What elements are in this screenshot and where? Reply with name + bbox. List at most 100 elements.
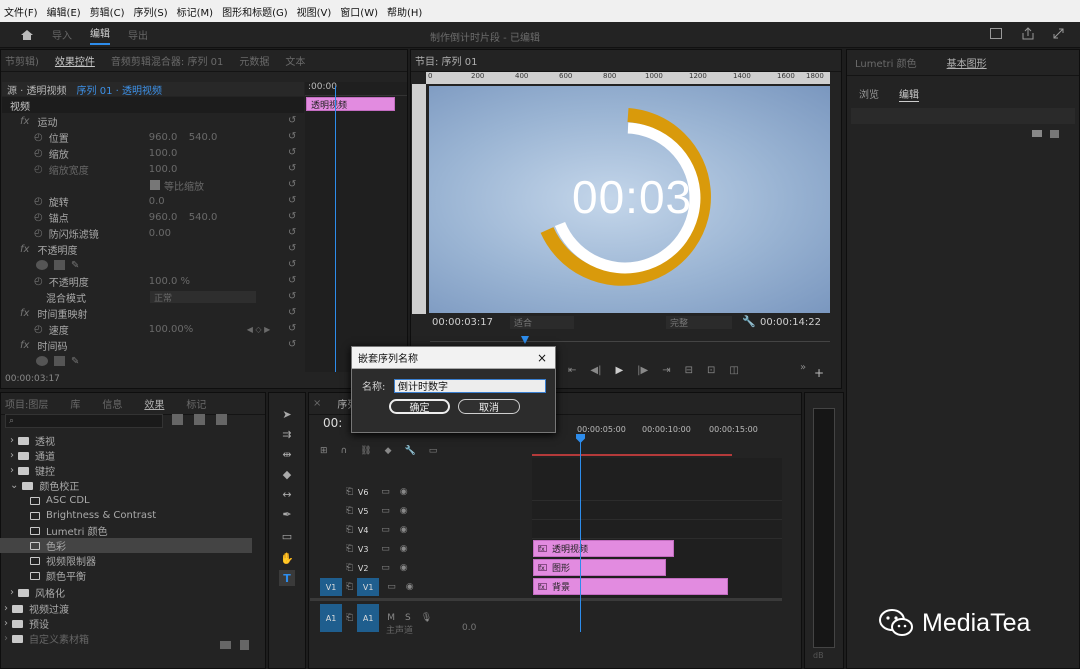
wrench-icon[interactable]: 🔧 — [405, 446, 416, 456]
caption-icon[interactable]: ▭ — [429, 446, 438, 456]
checkbox-icon[interactable] — [150, 180, 160, 190]
reset-icon[interactable]: ↺ — [288, 273, 302, 289]
menu-view[interactable]: 视图(V) — [297, 4, 332, 19]
prop-scale[interactable]: ◴ 缩放 100.0 — [0, 145, 177, 161]
chevron-right-icon[interactable]: › — [4, 603, 8, 614]
nest-icon[interactable]: ⊞ — [320, 446, 328, 456]
keyframe-nav-icon[interactable]: ◀ ◇ ▶ — [247, 325, 271, 334]
menu-window[interactable]: 窗口(W) — [340, 4, 378, 19]
reset-icon[interactable]: ↺ — [288, 145, 302, 161]
tab-metadata[interactable]: 元数据 — [239, 53, 269, 68]
workspace-edit[interactable]: 编辑 — [90, 25, 110, 45]
prop-motion[interactable]: fx 运动 — [0, 113, 57, 129]
pen-mask-icon[interactable]: ✎ — [71, 356, 79, 367]
track-header-v6[interactable]: ⎗ V6 ▭ ◉ — [320, 483, 532, 501]
stopwatch-icon[interactable]: ◴ — [34, 212, 43, 223]
ec-source-label[interactable]: 源 · 透明视频 — [7, 82, 67, 97]
lock-icon[interactable]: ⎗ — [346, 563, 353, 573]
sync-icon[interactable]: ▭ — [381, 506, 390, 516]
track-select-icon[interactable]: ⇉ — [279, 426, 295, 442]
snap-icon[interactable]: ∩ — [341, 446, 348, 456]
reset-icon[interactable]: ↺ — [288, 129, 302, 145]
track-header-v5[interactable]: ⎗ V5 ▭ ◉ — [320, 502, 532, 520]
program-scrub-bar[interactable] — [430, 341, 830, 342]
program-video-frame[interactable]: 00:03 — [429, 86, 830, 313]
menu-help[interactable]: 帮助(H) — [387, 4, 422, 19]
rectangle-icon[interactable]: ▭ — [279, 528, 295, 544]
dialog-name-input[interactable]: 倒计时数字 — [394, 378, 546, 393]
stopwatch-icon[interactable]: ◴ — [34, 228, 43, 239]
tab-effect-controls[interactable]: 效果控件 — [55, 53, 95, 68]
track-header-v4[interactable]: ⎗ V4 ▭ ◉ — [320, 521, 532, 539]
source-patch-a1[interactable]: A1 — [320, 604, 342, 632]
ec-playhead[interactable] — [335, 86, 336, 372]
32bit-icon[interactable] — [194, 414, 205, 425]
track-header-v2[interactable]: ⎗ V2 ▭ ◉ — [320, 559, 532, 577]
prop-speed[interactable]: ◴ 速度 100.00% ◀ ◇ ▶ — [0, 321, 270, 337]
chevron-right-icon[interactable]: › — [10, 435, 14, 446]
program-timecode[interactable]: 00:00:03:17 — [432, 317, 493, 328]
tab-lumetri-color[interactable]: Lumetri 颜色 — [855, 55, 917, 70]
step-back-icon[interactable]: ◀| — [590, 365, 601, 376]
sync-icon[interactable]: ▭ — [381, 563, 390, 573]
prop-anchor[interactable]: ◴ 锚点 960.0 540.0 — [0, 209, 217, 225]
reset-icon[interactable]: ↺ — [288, 321, 302, 337]
prop-position[interactable]: ◴ 位置 960.0 540.0 — [0, 129, 217, 145]
yuv-icon[interactable] — [216, 414, 227, 425]
menu-file[interactable]: 文件(F) — [4, 4, 38, 19]
razor-icon[interactable]: ◆ — [279, 466, 295, 482]
prop-blend-mode[interactable]: 混合模式 正常 — [0, 289, 256, 305]
eye-icon[interactable]: ◉ — [400, 563, 408, 573]
tree-item[interactable]: 视频限制器 — [0, 553, 96, 568]
rect-mask-icon[interactable] — [54, 260, 65, 270]
tree-item[interactable]: › 键控 — [10, 463, 55, 478]
wrench-icon[interactable]: 🔧 — [742, 315, 756, 328]
extract-icon[interactable]: ⊡ — [707, 365, 715, 376]
stopwatch-icon[interactable]: ◴ — [34, 148, 43, 159]
eye-icon[interactable]: ◉ — [406, 582, 414, 592]
chevron-right-icon[interactable]: › — [10, 450, 14, 461]
ellipse-mask-icon[interactable] — [36, 260, 48, 270]
chevron-right-icon[interactable]: › — [10, 587, 14, 598]
track-header-a1[interactable]: A1 ⎗ A1 M S 🎙 — [320, 603, 532, 633]
prop-scale-width[interactable]: ◴ 缩放宽度 100.0 — [0, 161, 177, 177]
type-tool-icon[interactable]: T — [279, 570, 295, 586]
ripple-edit-icon[interactable]: ⇹ — [279, 446, 295, 462]
prop-anti-flicker[interactable]: ◴ 防闪烁滤镜 0.00 — [0, 225, 171, 241]
reset-icon[interactable]: ↺ — [288, 113, 302, 129]
stopwatch-icon[interactable]: ◴ — [34, 196, 43, 207]
fit-select[interactable]: 适合 — [510, 316, 574, 329]
slip-icon[interactable]: ↔ — [279, 486, 295, 502]
reset-icon[interactable]: ↺ — [288, 193, 302, 209]
selection-tool-icon[interactable]: ➤ — [279, 406, 295, 422]
audio-level-value[interactable]: 0.0 — [462, 623, 476, 633]
reset-icon[interactable]: ↺ — [288, 161, 302, 177]
lock-icon[interactable]: ⎗ — [346, 582, 353, 592]
ellipse-mask-icon[interactable] — [36, 356, 48, 366]
tree-item[interactable]: Lumetri 颜色 — [0, 523, 108, 538]
chevron-right-icon[interactable]: › — [4, 633, 8, 644]
tab-library[interactable]: 库 — [70, 396, 80, 411]
timeline-ruler[interactable]: 00:00:05:00 00:00:10:00 00:00:15:00 — [532, 420, 782, 456]
tree-item[interactable]: › 视频过渡 — [4, 601, 69, 616]
prop-opacity-group[interactable]: fx 不透明度 — [0, 241, 77, 257]
tab-markers[interactable]: 标记 — [186, 396, 206, 411]
tab-text[interactable]: 文本 — [285, 53, 305, 68]
panel-layout-icon[interactable] — [990, 28, 1002, 39]
close-icon[interactable]: × — [313, 398, 321, 409]
tree-item[interactable]: › 自定义素材箱 — [4, 631, 89, 646]
tab-project[interactable]: 项目:图层 — [5, 396, 48, 411]
quality-select[interactable]: 完整 — [666, 316, 732, 329]
menu-sequence[interactable]: 序列(S) — [133, 4, 167, 19]
clip-transparent-video[interactable]: fx 透明视频 — [533, 540, 674, 557]
clip-graphics[interactable]: fx 图形 — [533, 559, 666, 576]
prop-time-remap[interactable]: fx 时间重映射 — [0, 305, 87, 321]
step-forward-icon[interactable]: |▶ — [637, 365, 648, 376]
cancel-button[interactable]: 取消 — [458, 399, 520, 414]
eye-icon[interactable]: ◉ — [400, 544, 408, 554]
stopwatch-icon[interactable]: ◴ — [34, 132, 43, 143]
menu-clip[interactable]: 剪辑(C) — [90, 4, 125, 19]
tab-source[interactable]: 节剪辑) — [5, 53, 39, 68]
tab-edit[interactable]: 编辑 — [899, 86, 919, 102]
pen-icon[interactable]: ✒ — [279, 506, 295, 522]
